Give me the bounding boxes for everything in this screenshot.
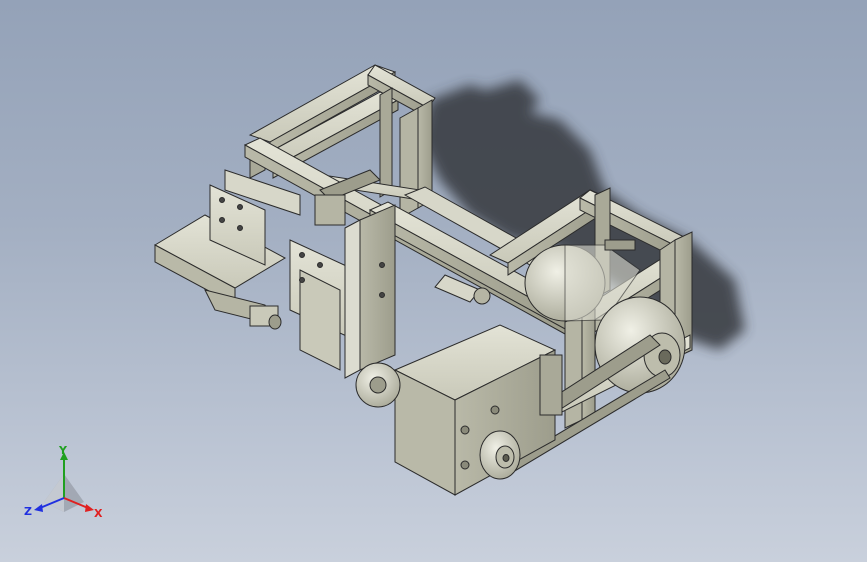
z-arrow-icon <box>34 504 43 512</box>
idler-roller <box>355 362 401 408</box>
model-view[interactable] <box>0 0 867 562</box>
triad-face-icon <box>44 474 64 512</box>
z-axis-label: Z <box>24 505 32 518</box>
y-axis-label: Y <box>58 446 68 457</box>
x-axis-label: X <box>94 507 103 520</box>
x-arrow-icon <box>85 504 94 512</box>
motor-box <box>393 324 563 496</box>
orientation-triad[interactable]: Y X Z <box>22 446 106 526</box>
graphics-viewport[interactable]: Y X Z <box>0 0 867 562</box>
motor-pulley <box>479 430 521 480</box>
